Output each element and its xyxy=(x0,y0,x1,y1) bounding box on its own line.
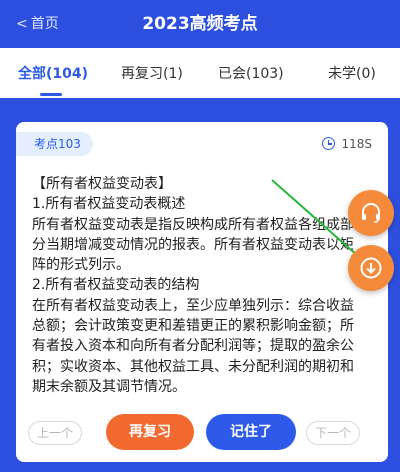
active-tab-indicator xyxy=(40,93,62,96)
download-button[interactable] xyxy=(348,245,394,291)
content-line: 1.所有者权益变动表概述 xyxy=(32,196,186,213)
review-again-button[interactable]: 再复习 xyxy=(106,414,194,450)
next-button[interactable]: 下一个 xyxy=(306,421,360,445)
tab-unlearned[interactable]: 未学(0) xyxy=(328,48,376,98)
filter-tabs: 全部(104) 再复习(1) 已会(103) 未学(0) xyxy=(0,48,400,98)
topic-tag: 考点103 xyxy=(16,132,93,156)
content-line: 所有者权益变动表是指反映构成所有者权益各组成部分当期增减变动情况的报表。所有者权… xyxy=(32,216,354,274)
page-title: 2023高频考点 xyxy=(142,14,258,34)
timer: 118S xyxy=(322,132,372,156)
remembered-button[interactable]: 记住了 xyxy=(206,414,296,450)
tab-learned[interactable]: 已会(103) xyxy=(218,48,284,98)
header-bar: < 首页 2023高频考点 xyxy=(0,0,400,48)
clock-icon xyxy=(322,137,336,150)
content-line: 在所有者权益变动表上，至少应单独列示：综合收益总额；会计政策变更和差错更正的累积… xyxy=(32,297,354,395)
customer-service-button[interactable] xyxy=(348,190,394,236)
knowledge-card: 考点103 118S 【所有者权益变动表】 1.所有者权益变动表概述 所有者权益… xyxy=(16,122,388,462)
card-stage: 考点103 118S 【所有者权益变动表】 1.所有者权益变动表概述 所有者权益… xyxy=(0,98,400,472)
timer-value: 118S xyxy=(341,137,372,151)
tab-review-again[interactable]: 再复习(1) xyxy=(121,48,183,98)
previous-button[interactable]: 上一个 xyxy=(28,421,82,445)
content-line: 2.所有者权益变动表的结构 xyxy=(32,277,200,294)
content-line: 【所有者权益变动表】 xyxy=(32,176,172,192)
card-content: 【所有者权益变动表】 1.所有者权益变动表概述 所有者权益变动表是指反映构成所有… xyxy=(32,174,354,397)
download-icon xyxy=(360,257,382,279)
headset-icon xyxy=(362,203,380,223)
tab-all[interactable]: 全部(104) xyxy=(18,48,88,98)
